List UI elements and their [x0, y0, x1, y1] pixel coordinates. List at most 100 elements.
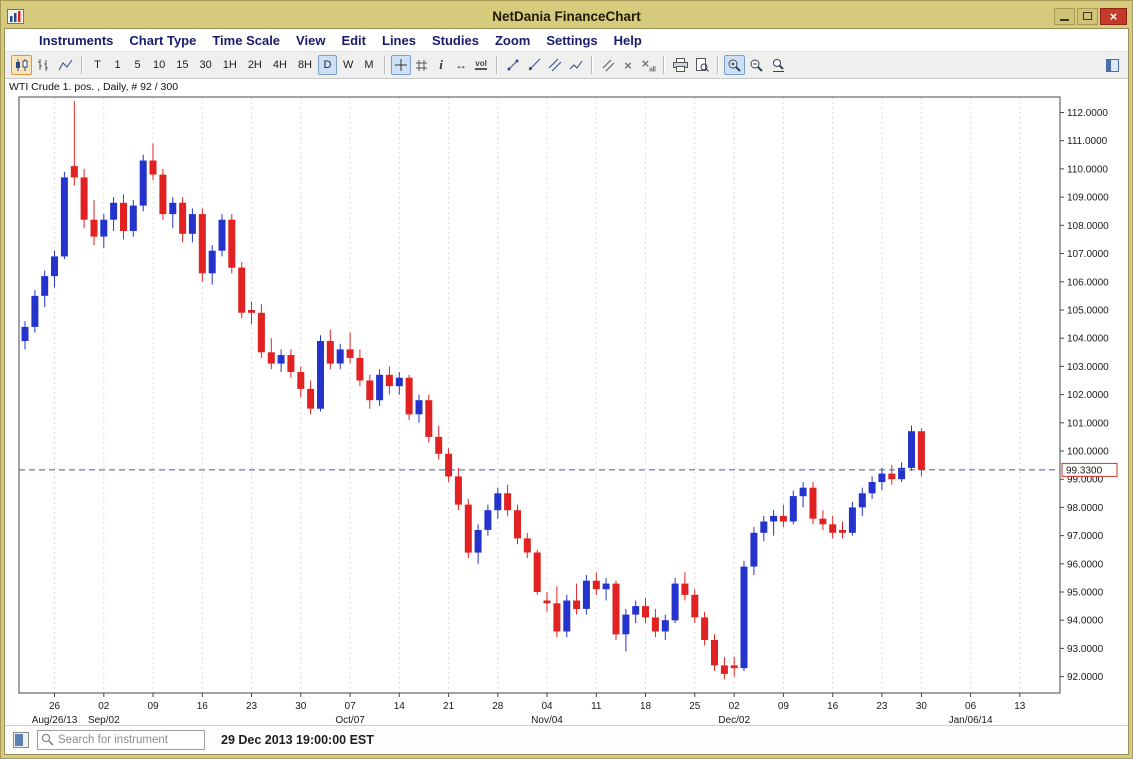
- svg-text:16: 16: [197, 701, 209, 712]
- svg-text:Aug/26/13: Aug/26/13: [32, 715, 78, 725]
- svg-text:104.0000: 104.0000: [1067, 334, 1109, 345]
- zoom-out-icon[interactable]: [746, 55, 767, 75]
- svg-text:96.0000: 96.0000: [1067, 559, 1104, 570]
- toolbar-separator: [591, 56, 593, 74]
- line-chart-icon[interactable]: [55, 55, 76, 75]
- menu-instruments[interactable]: Instruments: [31, 31, 121, 50]
- menu-lines[interactable]: Lines: [374, 31, 424, 50]
- toolbar-separator: [384, 56, 386, 74]
- svg-text:93.0000: 93.0000: [1067, 644, 1104, 655]
- svg-text:21: 21: [443, 701, 455, 712]
- timeframe-30[interactable]: 30: [195, 55, 217, 75]
- status-bar: 29 Dec 2013 19:00:00 EST: [5, 725, 1128, 754]
- menu-studies[interactable]: Studies: [424, 31, 487, 50]
- draw-tools-group: [503, 55, 586, 75]
- toolbar: T151015301H2H4H8HDWM i↔vol ××all: [5, 52, 1128, 79]
- toolbar-separator: [717, 56, 719, 74]
- delete-drawing-icon[interactable]: ×: [619, 55, 638, 75]
- zoom-in-icon[interactable]: [724, 55, 745, 75]
- svg-text:99.3300: 99.3300: [1066, 465, 1103, 476]
- zoom-tools-group: [724, 55, 789, 75]
- svg-text:16: 16: [827, 701, 839, 712]
- app-logo-icon: [7, 9, 24, 24]
- ray-line-icon[interactable]: [524, 55, 544, 75]
- search-input[interactable]: [37, 730, 205, 750]
- zoom-fit-icon[interactable]: [768, 55, 789, 75]
- measure-icon[interactable]: [598, 55, 618, 75]
- trendline-icon[interactable]: [503, 55, 523, 75]
- menu-edit[interactable]: Edit: [333, 31, 374, 50]
- svg-text:09: 09: [778, 701, 790, 712]
- print-icon[interactable]: [670, 55, 691, 75]
- parallel-channel-icon[interactable]: [545, 55, 565, 75]
- volume-icon[interactable]: vol: [472, 55, 491, 75]
- edit-tools-group: ××all: [598, 55, 659, 75]
- svg-text:100.0000: 100.0000: [1067, 447, 1109, 458]
- timeframe-8h[interactable]: 8H: [293, 55, 317, 75]
- bar-spacing-icon[interactable]: ↔: [452, 55, 471, 75]
- print-preview-icon[interactable]: [692, 55, 712, 75]
- timeframe-1[interactable]: 1: [108, 55, 127, 75]
- timeframe-10[interactable]: 10: [148, 55, 170, 75]
- menu-help[interactable]: Help: [606, 31, 650, 50]
- collapse-sidebar-icon[interactable]: [1103, 55, 1122, 75]
- title-bar[interactable]: NetDania FinanceChart ×: [4, 4, 1129, 28]
- svg-text:98.0000: 98.0000: [1067, 503, 1104, 514]
- svg-text:14: 14: [394, 701, 406, 712]
- timeframe-w[interactable]: W: [338, 55, 358, 75]
- menu-zoom[interactable]: Zoom: [487, 31, 538, 50]
- svg-text:25: 25: [689, 701, 701, 712]
- info-icon[interactable]: i: [432, 55, 451, 75]
- ohlc-chart-icon[interactable]: [33, 55, 54, 75]
- svg-text:07: 07: [345, 701, 357, 712]
- timeframe-t[interactable]: T: [88, 55, 107, 75]
- menu-bar: InstrumentsChart TypeTime ScaleViewEditL…: [5, 29, 1128, 52]
- app-window: NetDania FinanceChart × InstrumentsChart…: [0, 0, 1133, 759]
- menu-view[interactable]: View: [288, 31, 333, 50]
- svg-text:18: 18: [640, 701, 652, 712]
- svg-text:06: 06: [965, 701, 977, 712]
- toolbar-separator: [496, 56, 498, 74]
- svg-text:09: 09: [147, 701, 159, 712]
- maximize-icon[interactable]: [1077, 8, 1098, 25]
- svg-text:103.0000: 103.0000: [1067, 362, 1109, 373]
- menu-settings[interactable]: Settings: [538, 31, 605, 50]
- grid-icon[interactable]: [412, 55, 431, 75]
- delete-all-drawings-icon[interactable]: ×all: [639, 55, 659, 75]
- toolbar-separator: [81, 56, 83, 74]
- svg-text:109.0000: 109.0000: [1067, 193, 1109, 204]
- toolbar-separator: [663, 56, 665, 74]
- timeframe-5[interactable]: 5: [128, 55, 147, 75]
- svg-text:110.0000: 110.0000: [1067, 164, 1108, 175]
- svg-text:30: 30: [916, 701, 928, 712]
- svg-text:111.0000: 111.0000: [1067, 136, 1108, 147]
- price-chart[interactable]: 92.000093.000094.000095.000096.000097.00…: [7, 95, 1126, 725]
- instruments-panel-icon[interactable]: [13, 732, 29, 748]
- crosshair-icon[interactable]: [391, 55, 411, 75]
- minimize-icon[interactable]: [1054, 8, 1075, 25]
- svg-text:92.0000: 92.0000: [1067, 672, 1104, 683]
- timeframe-15[interactable]: 15: [171, 55, 193, 75]
- menu-chart-type[interactable]: Chart Type: [121, 31, 204, 50]
- window-title: NetDania FinanceChart: [4, 9, 1129, 24]
- timeframe-1h[interactable]: 1H: [218, 55, 242, 75]
- chart-panel[interactable]: WTI Crude 1. pos. , Daily, # 92 / 300 92…: [5, 79, 1128, 725]
- svg-text:Dec/02: Dec/02: [718, 715, 750, 725]
- timeframe-4h[interactable]: 4H: [268, 55, 292, 75]
- svg-text:112.0000: 112.0000: [1067, 108, 1108, 119]
- close-icon[interactable]: ×: [1100, 8, 1127, 25]
- menu-time-scale[interactable]: Time Scale: [204, 31, 288, 50]
- svg-text:26: 26: [49, 701, 61, 712]
- svg-text:97.0000: 97.0000: [1067, 531, 1104, 542]
- candlestick-chart-icon[interactable]: [11, 55, 32, 75]
- timeframe-m[interactable]: M: [359, 55, 378, 75]
- svg-text:02: 02: [98, 701, 110, 712]
- svg-text:30: 30: [295, 701, 307, 712]
- timeframe-d[interactable]: D: [318, 55, 337, 75]
- svg-text:Oct/07: Oct/07: [335, 715, 365, 725]
- svg-text:108.0000: 108.0000: [1067, 221, 1109, 232]
- timeframe-2h[interactable]: 2H: [243, 55, 267, 75]
- polyline-icon[interactable]: [566, 55, 586, 75]
- view-tools-group: i↔vol: [391, 55, 491, 75]
- svg-text:04: 04: [541, 701, 553, 712]
